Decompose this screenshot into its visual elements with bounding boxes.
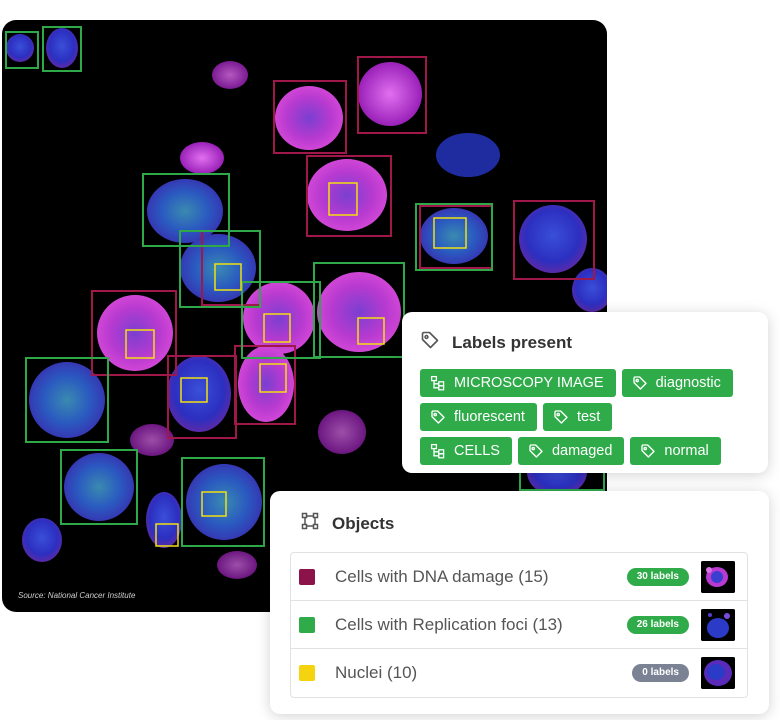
label-tag-text: CELLS bbox=[454, 443, 500, 459]
class-color-swatch bbox=[299, 665, 315, 681]
tag-icon bbox=[553, 409, 569, 425]
object-class-row[interactable]: Nuclei (10) 0 labels bbox=[291, 649, 747, 697]
label-tag[interactable]: test bbox=[542, 403, 613, 431]
tag-icon bbox=[430, 409, 446, 425]
label-tag-text: MICROSCOPY IMAGE bbox=[454, 375, 604, 391]
labels-count-badge: 0 labels bbox=[632, 664, 689, 682]
object-class-name: Cells with DNA damage (15) bbox=[335, 566, 549, 586]
object-thumbnail[interactable] bbox=[701, 560, 735, 593]
labels-panel-title: Labels present bbox=[452, 332, 572, 352]
object-class-row[interactable]: Cells with Replication foci (13) 26 label… bbox=[291, 601, 747, 649]
objects-panel-header: Objects bbox=[300, 511, 749, 536]
label-tag-text: normal bbox=[664, 443, 709, 459]
hierarchy-icon bbox=[430, 375, 446, 391]
object-thumbnail[interactable] bbox=[701, 608, 735, 641]
label-tag-text: diagnostic bbox=[655, 375, 721, 391]
label-tag-text: test bbox=[576, 409, 601, 425]
label-tag[interactable]: CELLS bbox=[420, 437, 512, 465]
class-color-swatch bbox=[299, 616, 315, 633]
label-tag[interactable]: normal bbox=[630, 437, 721, 465]
objects-panel: Objects Cells with DNA damage (15) 30 lab… bbox=[270, 491, 769, 714]
hierarchy-icon bbox=[430, 443, 446, 459]
class-color-swatch bbox=[299, 568, 315, 585]
label-tag[interactable]: fluorescent bbox=[420, 403, 537, 431]
labels-panel-header: Labels present bbox=[420, 330, 752, 355]
object-class-row[interactable]: Cells with DNA damage (15) 30 labels bbox=[291, 553, 747, 601]
labels-present-panel: Labels present MICROSCOPY IMAGE diagnosti… bbox=[402, 312, 768, 473]
objects-panel-title: Objects bbox=[332, 513, 395, 533]
label-tag[interactable]: damaged bbox=[517, 437, 625, 465]
labels-count-badge: 26 labels bbox=[626, 615, 689, 634]
source-caption: Source: National Cancer Institute bbox=[18, 591, 136, 600]
label-tag[interactable]: MICROSCOPY IMAGE bbox=[420, 369, 616, 397]
label-tags: MICROSCOPY IMAGE diagnostic fluorescent tes… bbox=[420, 369, 752, 465]
object-class-name: Cells with Replication foci (13) bbox=[335, 614, 563, 634]
label-tag-text: damaged bbox=[551, 443, 613, 459]
object-class-name: Nuclei (10) bbox=[335, 663, 418, 682]
tag-row: CELLS damaged normal bbox=[420, 437, 752, 465]
tag-icon bbox=[420, 330, 440, 355]
tag-row: fluorescent test bbox=[420, 403, 752, 431]
tag-icon bbox=[632, 375, 648, 391]
labels-count-badge: 30 labels bbox=[626, 567, 689, 586]
label-tag[interactable]: diagnostic bbox=[621, 369, 733, 397]
objects-list: Cells with DNA damage (15) 30 labels Cells… bbox=[290, 552, 748, 698]
bounding-box-icon bbox=[300, 511, 320, 536]
tag-row: MICROSCOPY IMAGE diagnostic bbox=[420, 369, 752, 397]
tag-icon bbox=[528, 443, 544, 459]
object-thumbnail[interactable] bbox=[701, 657, 735, 689]
tag-icon bbox=[640, 443, 656, 459]
label-tag-text: fluorescent bbox=[454, 409, 525, 425]
